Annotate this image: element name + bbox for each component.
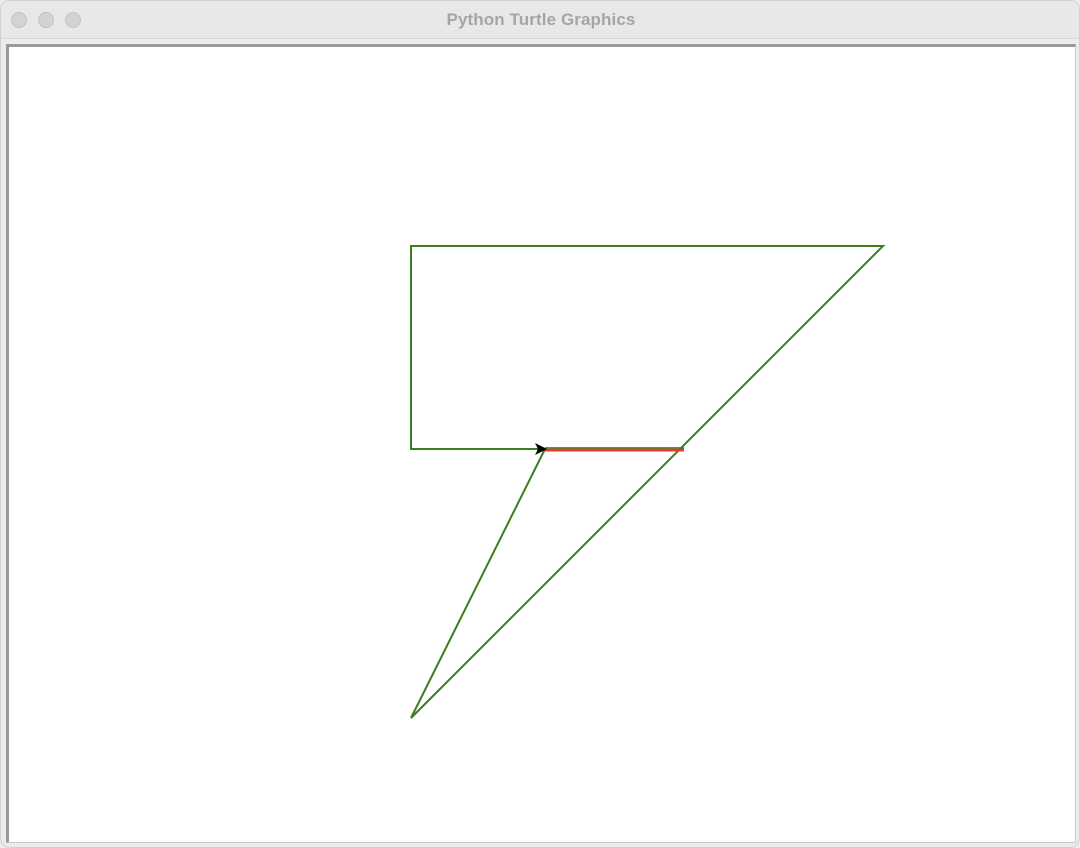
title-bar[interactable]: Python Turtle Graphics <box>1 1 1079 39</box>
turtle-window: Python Turtle Graphics <box>0 0 1080 848</box>
turtle-canvas[interactable] <box>9 47 1075 842</box>
window-title: Python Turtle Graphics <box>446 10 636 29</box>
turtle-drawing-path <box>410 245 886 719</box>
